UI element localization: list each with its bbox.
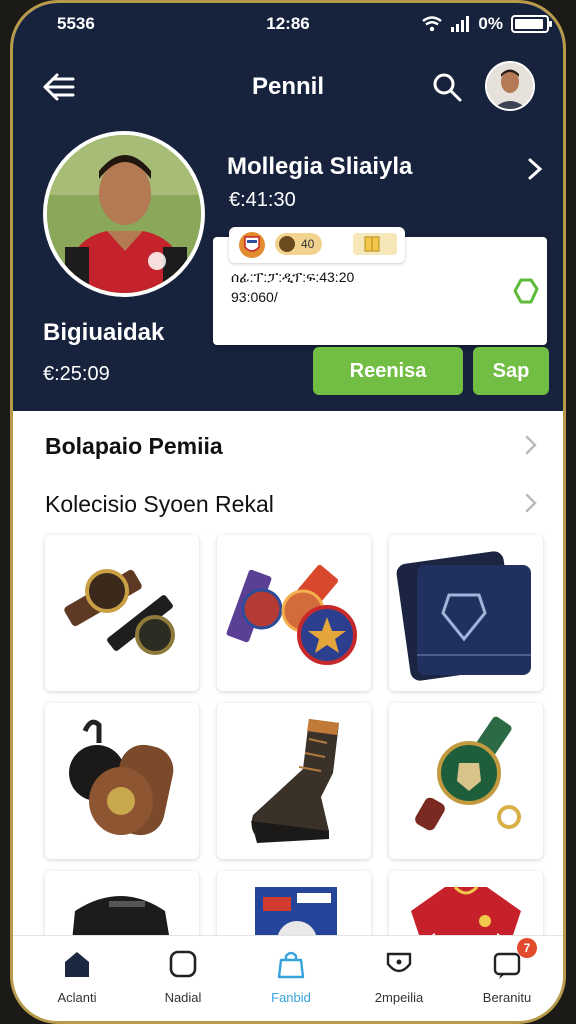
stats-line-1: ሰፊ:ፐ:ፓ:ዲፕ:ፍ:43:20 (231, 269, 355, 285)
page-title: Pennil (251, 73, 324, 100)
user-name: Bigiuaidak (43, 319, 165, 346)
nav-label: Beranitu (482, 990, 532, 1005)
ticket-icon (353, 233, 397, 255)
product-tile-purple-ribbon-medals[interactable] (217, 535, 371, 691)
bag-icon (277, 951, 305, 979)
nav-label: 2mpeilia (374, 990, 424, 1005)
shield-icon (386, 952, 412, 973)
user-avatar[interactable] (485, 61, 535, 111)
secondary-action-button[interactable]: Sap (473, 347, 549, 395)
signal-icon (451, 16, 470, 32)
chevron-right-icon (525, 493, 537, 513)
nav-item-medal[interactable]: Nadial (133, 944, 233, 1014)
phone-frame: 5536 12:86 0% Pennil Bigiuaidak €:25:09 … (10, 0, 566, 1024)
profile-photo[interactable] (43, 131, 205, 297)
status-bar: 5536 12:86 0% (13, 9, 563, 39)
section-row-collection[interactable]: Kolecisio Syoen Rekal (31, 481, 551, 527)
product-tile-navy-wallet[interactable] (389, 535, 543, 691)
primary-action-button[interactable]: Reenisa (313, 347, 463, 395)
product-tile-green-medal-keyring[interactable] (389, 703, 543, 859)
product-image (415, 716, 521, 831)
bottom-nav: Aclanti Nadial Fanbid 2mpeilia 7 Beranit… (13, 935, 563, 1021)
featured-item-amount: €:41:30 (229, 189, 296, 211)
nav-item-rewards[interactable]: 2mpeilia (349, 944, 449, 1014)
product-image (226, 564, 357, 665)
coin-badge: 40 (275, 233, 323, 255)
section-row-premium[interactable]: Bolapaio Pemiia (31, 423, 551, 469)
battery-percent: 0% (478, 14, 503, 33)
featured-item-name: Mollegia Sliaiyla (227, 153, 413, 180)
product-tile-leather-boot[interactable] (217, 703, 371, 859)
notification-badge: 7 (517, 938, 537, 958)
home-icon (65, 952, 89, 977)
featured-item-row[interactable]: Mollegia Sliaiyla (227, 151, 547, 191)
stats-badges: 40 (229, 227, 405, 263)
search-icon[interactable] (429, 69, 465, 105)
product-tile-brown-belt-medal[interactable] (45, 535, 199, 691)
product-image (64, 569, 175, 655)
product-image (396, 551, 531, 681)
battery-icon (511, 15, 552, 33)
nav-label: Fanbid (271, 990, 311, 1005)
club-crest-icon (239, 232, 265, 258)
nav-item-home[interactable]: Aclanti (27, 944, 127, 1014)
wifi-icon (422, 16, 443, 32)
status-right: 0% (422, 14, 552, 34)
section-label: Kolecisio Syoen Rekal (45, 491, 274, 517)
nav-item-messages[interactable]: 7 Beranitu (457, 938, 557, 1014)
product-image (251, 719, 339, 843)
nav-label: Nadial (164, 990, 202, 1005)
product-tile-leather-keychain[interactable] (45, 703, 199, 859)
nav-label: Aclanti (57, 990, 97, 1005)
coin-icon (279, 236, 295, 252)
user-amount: €:25:09 (43, 363, 110, 385)
square-icon (169, 950, 197, 978)
section-label: Bolapaio Pemiia (45, 433, 223, 459)
stats-line-2: 93:060/ (231, 289, 278, 305)
nav-item-shop[interactable]: Fanbid (241, 944, 341, 1014)
top-nav: Pennil (13, 59, 563, 115)
chevron-right-icon (528, 158, 543, 180)
stats-card: 40 ሰፊ:ፐ:ፓ:ዲፕ:ፍ:43:20 93:060/ (213, 227, 547, 345)
shield-check-icon[interactable] (513, 277, 539, 305)
product-image (69, 719, 174, 836)
coin-count: 40 (301, 237, 315, 251)
chevron-right-icon (525, 435, 537, 455)
